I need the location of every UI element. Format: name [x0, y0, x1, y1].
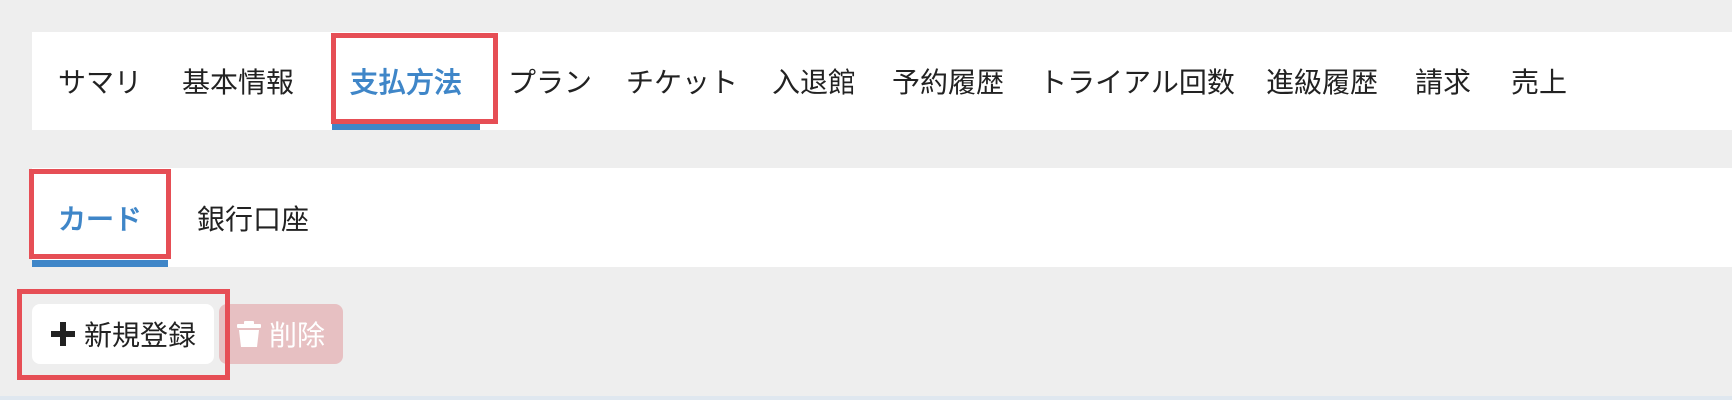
content-area-edge [0, 396, 1732, 400]
main-tab-bar: サマリ 基本情報 支払方法 プラン チケット 入退館 予約履歴 トライアル回数 … [32, 32, 1732, 130]
new-registration-button[interactable]: 新規登録 [32, 304, 214, 364]
tab-reservation-history[interactable]: 予約履歴 [888, 32, 1008, 130]
tab-summary[interactable]: サマリ [46, 32, 154, 130]
plus-icon [50, 321, 76, 347]
tab-entry-exit[interactable]: 入退館 [766, 32, 862, 130]
delete-label: 削除 [268, 319, 325, 352]
tab-billing[interactable]: 請求 [1406, 32, 1480, 130]
payment-subtab-bar: カード 銀行口座 [32, 168, 1732, 267]
tab-ticket[interactable]: チケット [622, 32, 742, 130]
trash-icon [236, 320, 261, 348]
tab-trial-count[interactable]: トライアル回数 [1032, 32, 1242, 130]
tab-plan[interactable]: プラン [502, 32, 598, 130]
tab-promotion-history[interactable]: 進級履歴 [1262, 32, 1382, 130]
subtab-bank-account[interactable]: 銀行口座 [188, 168, 318, 267]
subtab-card[interactable]: カード [32, 168, 168, 267]
new-registration-label: 新規登録 [83, 319, 196, 352]
tab-basic-info[interactable]: 基本情報 [178, 32, 298, 130]
delete-button[interactable]: 削除 [219, 304, 343, 364]
tab-sales[interactable]: 売上 [1502, 32, 1576, 130]
tab-payment-method[interactable]: 支払方法 [332, 32, 480, 130]
